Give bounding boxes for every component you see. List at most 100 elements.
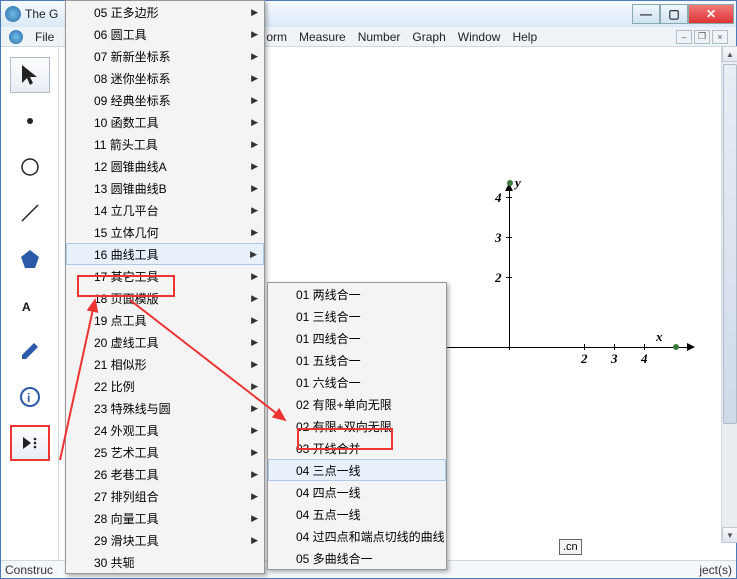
tool-circle[interactable] [10, 149, 50, 185]
point[interactable] [673, 344, 679, 350]
menu-item[interactable]: 28 向量工具▶ [66, 507, 264, 529]
menu-item[interactable]: 06 圆工具▶ [66, 23, 264, 45]
menu-graph[interactable]: Graph [412, 30, 445, 44]
y-axis-label: y [515, 175, 521, 191]
point[interactable] [507, 180, 513, 186]
tool-info[interactable]: i [10, 379, 50, 415]
menu-item[interactable]: 10 函数工具▶ [66, 111, 264, 133]
submenu-item-label: 04 五点一线 [296, 506, 361, 523]
scroll-thumb[interactable] [723, 64, 737, 424]
menu-item[interactable]: 08 迷你坐标系▶ [66, 67, 264, 89]
tool-custom-tools[interactable] [10, 425, 50, 461]
menu-item[interactable]: 19 点工具▶ [66, 309, 264, 331]
minimize-button[interactable]: — [632, 4, 660, 24]
scroll-up-button[interactable]: ▲ [722, 46, 737, 62]
tool-text[interactable]: A [10, 287, 50, 323]
menu-item[interactable]: 24 外观工具▶ [66, 419, 264, 441]
menu-item[interactable]: 29 滑块工具▶ [66, 529, 264, 551]
custom-tools-menu: 05 正多边形▶06 圆工具▶07 新新坐标系▶08 迷你坐标系▶09 经典坐标… [65, 0, 265, 574]
menu-item[interactable]: 07 新新坐标系▶ [66, 45, 264, 67]
menu-item-label: 20 虚线工具 [94, 334, 159, 351]
tool-point[interactable] [10, 103, 50, 139]
menu-file[interactable]: File [35, 30, 54, 44]
submenu-arrow-icon: ▶ [251, 51, 258, 62]
tool-select-arrow[interactable] [10, 57, 50, 93]
submenu-item[interactable]: 04 四点一线 [268, 481, 446, 503]
submenu-arrow-icon: ▶ [251, 425, 258, 436]
submenu-arrow-icon: ▶ [251, 73, 258, 84]
submenu-item[interactable]: 01 六线合一 [268, 371, 446, 393]
submenu-item[interactable]: 04 过四点和端点切线的曲线 [268, 525, 446, 547]
submenu-item[interactable]: 04 五点一线 [268, 503, 446, 525]
submenu-arrow-icon: ▶ [251, 161, 258, 172]
menu-measure[interactable]: Measure [299, 30, 346, 44]
menu-item-label: 15 立体几何 [94, 224, 159, 241]
menu-item-label: 25 艺术工具 [94, 444, 159, 461]
menu-number[interactable]: Number [358, 30, 401, 44]
submenu-item-label: 01 四线合一 [296, 330, 361, 347]
submenu-arrow-icon: ▶ [251, 183, 258, 194]
svg-text:A: A [22, 300, 31, 314]
submenu-item[interactable]: 01 四线合一 [268, 327, 446, 349]
menu-item-label: 05 正多边形 [94, 4, 159, 21]
file-icon [9, 30, 23, 44]
close-button[interactable]: ✕ [688, 4, 734, 24]
menu-item[interactable]: 15 立体几何 ▶ [66, 221, 264, 243]
submenu-arrow-icon: ▶ [251, 535, 258, 546]
submenu-item[interactable]: 03 开线合并 [268, 437, 446, 459]
submenu-arrow-icon: ▶ [251, 227, 258, 238]
submenu-arrow-icon: ▶ [251, 315, 258, 326]
vertical-scrollbar[interactable]: ▲ ▼ [721, 46, 737, 543]
menu-item[interactable]: 11 箭头工具▶ [66, 133, 264, 155]
menu-help[interactable]: Help [512, 30, 537, 44]
menu-item[interactable]: 23 特殊线与圆▶ [66, 397, 264, 419]
submenu-item[interactable]: 04 三点一线 [268, 459, 446, 481]
menu-item[interactable]: 18 页面模版▶ [66, 287, 264, 309]
submenu-arrow-icon: ▶ [251, 381, 258, 392]
menu-item[interactable]: 13 圆锥曲线B▶ [66, 177, 264, 199]
submenu-item[interactable]: 02 有限+单向无限 [268, 393, 446, 415]
menu-item[interactable]: 22 比例▶ [66, 375, 264, 397]
y-tick-label: 3 [495, 230, 502, 246]
submenu-arrow-icon: ▶ [250, 249, 257, 260]
submenu-arrow-icon: ▶ [251, 117, 258, 128]
y-tick-label: 2 [495, 270, 502, 286]
submenu-item[interactable]: 05 多曲线合一 [268, 547, 446, 569]
menu-transform[interactable]: orm [266, 30, 287, 44]
menu-item-label: 12 圆锥曲线A [94, 158, 167, 175]
submenu-arrow-icon: ▶ [251, 95, 258, 106]
submenu-item-label: 01 六线合一 [296, 374, 361, 391]
menu-item[interactable]: 14 立几平台▶ [66, 199, 264, 221]
submenu-item-label: 01 两线合一 [296, 286, 361, 303]
submenu-arrow-icon: ▶ [251, 403, 258, 414]
menu-item[interactable]: 27 排列组合▶ [66, 485, 264, 507]
menu-item[interactable]: 17 其它工具▶ [66, 265, 264, 287]
tool-line[interactable] [10, 195, 50, 231]
submenu-item[interactable]: 01 三线合一 [268, 305, 446, 327]
menu-item[interactable]: 20 虚线工具▶ [66, 331, 264, 353]
menu-item[interactable]: 21 相似形▶ [66, 353, 264, 375]
menu-item[interactable]: 05 正多边形▶ [66, 1, 264, 23]
menu-item-label: 21 相似形 [94, 356, 147, 373]
status-left: Construc [5, 563, 53, 577]
tool-pen[interactable] [10, 333, 50, 369]
menu-item[interactable]: 12 圆锥曲线A ▶ [66, 155, 264, 177]
menu-window[interactable]: Window [458, 30, 501, 44]
maximize-button[interactable]: ▢ [660, 4, 688, 24]
tool-polygon[interactable] [10, 241, 50, 277]
menu-item[interactable]: 30 共轭 [66, 551, 264, 573]
submenu-item[interactable]: 01 两线合一 [268, 283, 446, 305]
menu-item[interactable]: 25 艺术工具▶ [66, 441, 264, 463]
scroll-down-button[interactable]: ▼ [722, 527, 737, 543]
menu-item[interactable]: 26 老巷工具▶ [66, 463, 264, 485]
menu-item[interactable]: 09 经典坐标系▶ [66, 89, 264, 111]
submenu-item-label: 01 三线合一 [296, 308, 361, 325]
submenu-item[interactable]: 02 有限+双向无限 [268, 415, 446, 437]
submenu-item[interactable]: 01 五线合一 [268, 349, 446, 371]
mdi-minimize-button[interactable]: – [676, 30, 692, 44]
menu-item-label: 30 共轭 [94, 554, 135, 571]
mdi-restore-button[interactable]: ❐ [694, 30, 710, 44]
menu-item[interactable]: 16 曲线工具▶ [66, 243, 264, 265]
x-tick-label: 3 [611, 351, 618, 367]
mdi-close-button[interactable]: × [712, 30, 728, 44]
